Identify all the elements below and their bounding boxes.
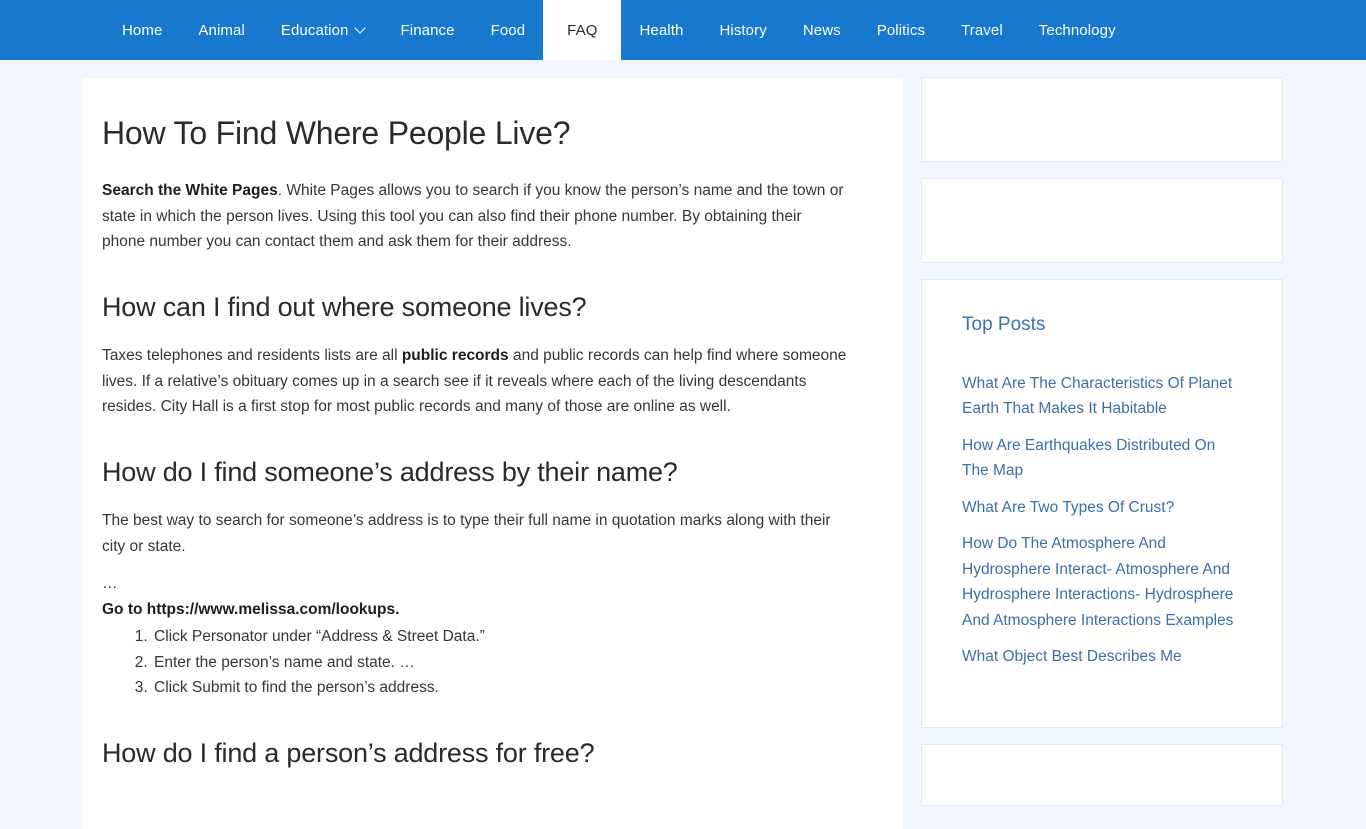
- nav-item-label: Animal: [198, 21, 245, 39]
- top-post-link[interactable]: What Object Best Describes Me: [962, 648, 1182, 665]
- section-heading-3: How do I find a person’s address for fre…: [102, 737, 595, 768]
- ad-slot-top: [922, 78, 1282, 161]
- section-heading-2: How do I find someone’s address by their…: [102, 456, 678, 487]
- top-post-link[interactable]: How Are Earthquakes Distributed On The M…: [962, 437, 1215, 480]
- section-1-text-pre: Taxes telephones and residents lists are…: [102, 347, 402, 365]
- nav-item-home[interactable]: Home: [104, 0, 180, 60]
- section-heading-1: How can I find out where someone lives?: [102, 291, 587, 322]
- nav-item-finance[interactable]: Finance: [383, 0, 473, 60]
- nav-item-food[interactable]: Food: [473, 0, 544, 60]
- section-2-ellipsis: …: [102, 575, 118, 593]
- ad-slot-bottom: [922, 745, 1282, 805]
- intro-paragraph: Search the White Pages. White Pages allo…: [102, 178, 847, 255]
- nav-item-label: Technology: [1038, 21, 1116, 39]
- nav-item-animal[interactable]: Animal: [180, 0, 262, 60]
- nav-item-label: Finance: [400, 21, 455, 39]
- nav-item-label: Politics: [876, 21, 926, 39]
- top-post-link[interactable]: What Are Two Types Of Crust?: [962, 499, 1174, 516]
- nav-item-label: News: [802, 21, 841, 39]
- list-item: Click Submit to find the person’s addres…: [152, 675, 847, 701]
- nav-item-history[interactable]: History: [701, 0, 784, 60]
- list-item: Click Personator under “Address & Street…: [152, 624, 847, 650]
- chevron-down-icon[interactable]: [356, 24, 365, 33]
- list-item: What Are The Characteristics Of Planet E…: [962, 371, 1246, 422]
- nav-item-label: Education: [280, 21, 349, 39]
- nav-item-label: Travel: [961, 21, 1003, 39]
- nav-item-label: Food: [490, 21, 526, 39]
- list-item: What Object Best Describes Me: [962, 644, 1246, 670]
- nav-item-label: Home: [122, 21, 163, 39]
- top-posts-widget: Top Posts What Are The Characteristics O…: [922, 280, 1282, 727]
- top-post-link[interactable]: How Do The Atmosphere And Hydrosphere In…: [962, 535, 1233, 629]
- nav-item-faq[interactable]: FAQ: [543, 0, 622, 60]
- nav-item-health[interactable]: Health: [621, 0, 701, 60]
- list-item: What Are Two Types Of Crust?: [962, 495, 1246, 521]
- nav-item-education[interactable]: Education: [263, 0, 383, 60]
- nav-item-label: Health: [639, 21, 684, 39]
- page-body: How To Find Where People Live? Search th…: [0, 60, 1366, 829]
- section-1-text-bold: public records: [401, 347, 509, 365]
- list-item: How Do The Atmosphere And Hydrosphere In…: [962, 531, 1246, 633]
- section-2-go-to-line: Go to https://www.melissa.com/lookups.: [102, 600, 400, 618]
- top-posts-title: Top Posts: [962, 314, 1046, 335]
- ad-slot-second: [922, 179, 1282, 262]
- nav-item-label: FAQ: [567, 21, 598, 39]
- steps-list: Click Personator under “Address & Street…: [102, 624, 847, 701]
- top-posts-list: What Are The Characteristics Of Planet E…: [962, 371, 1246, 670]
- nav-item-politics[interactable]: Politics: [859, 0, 943, 60]
- nav-item-label: History: [719, 21, 767, 39]
- main-navigation: Home Animal Education Finance Food FAQ H…: [0, 0, 1366, 60]
- nav-item-news[interactable]: News: [785, 0, 859, 60]
- list-item: Enter the person’s name and state. …: [152, 650, 847, 676]
- top-post-link[interactable]: What Are The Characteristics Of Planet E…: [962, 375, 1232, 418]
- page-title: How To Find Where People Live?: [102, 115, 571, 151]
- section-2-paragraph: The best way to search for someone’s add…: [102, 512, 831, 555]
- list-item: How Are Earthquakes Distributed On The M…: [962, 433, 1246, 484]
- sidebar: Top Posts What Are The Characteristics O…: [922, 78, 1282, 823]
- section-1-paragraph: Taxes telephones and residents lists are…: [102, 343, 847, 420]
- nav-item-technology[interactable]: Technology: [1021, 0, 1134, 60]
- nav-item-travel[interactable]: Travel: [943, 0, 1021, 60]
- intro-lead-bold: Search the White Pages: [102, 182, 278, 200]
- article-card: How To Find Where People Live? Search th…: [82, 78, 903, 829]
